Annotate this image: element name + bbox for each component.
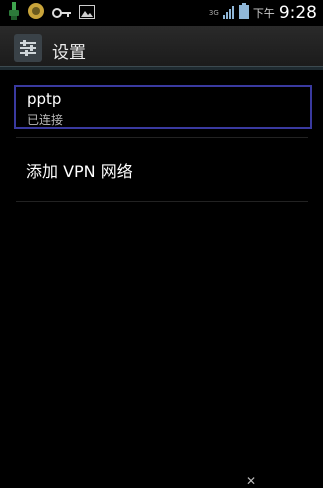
divider: [16, 201, 308, 202]
clock: 9:28: [278, 3, 317, 23]
image-icon: [79, 4, 95, 23]
page-title: 设置: [52, 43, 86, 63]
vpn-status: 已连接: [27, 113, 64, 127]
action-bar: 设置: [0, 26, 323, 70]
notification-icons: [8, 2, 95, 24]
status-bar: 3G 下午 9:28: [0, 0, 323, 26]
vpn-list-item[interactable]: pptp 已连接: [14, 85, 312, 129]
network-type-label: 3G: [208, 8, 219, 17]
time-period: 下午: [252, 7, 275, 20]
divider: [16, 137, 308, 138]
system-status: 3G 下午 9:28: [209, 2, 317, 24]
signal-icon: [222, 4, 235, 23]
add-vpn-button[interactable]: 添加 VPN 网络: [26, 158, 133, 182]
sync-icon: [27, 2, 45, 24]
vpn-name: pptp: [27, 90, 62, 108]
settings-icon[interactable]: [14, 34, 42, 62]
battery-icon: [238, 3, 249, 23]
vpn-key-icon: [52, 4, 72, 23]
usb-icon: [8, 2, 20, 24]
